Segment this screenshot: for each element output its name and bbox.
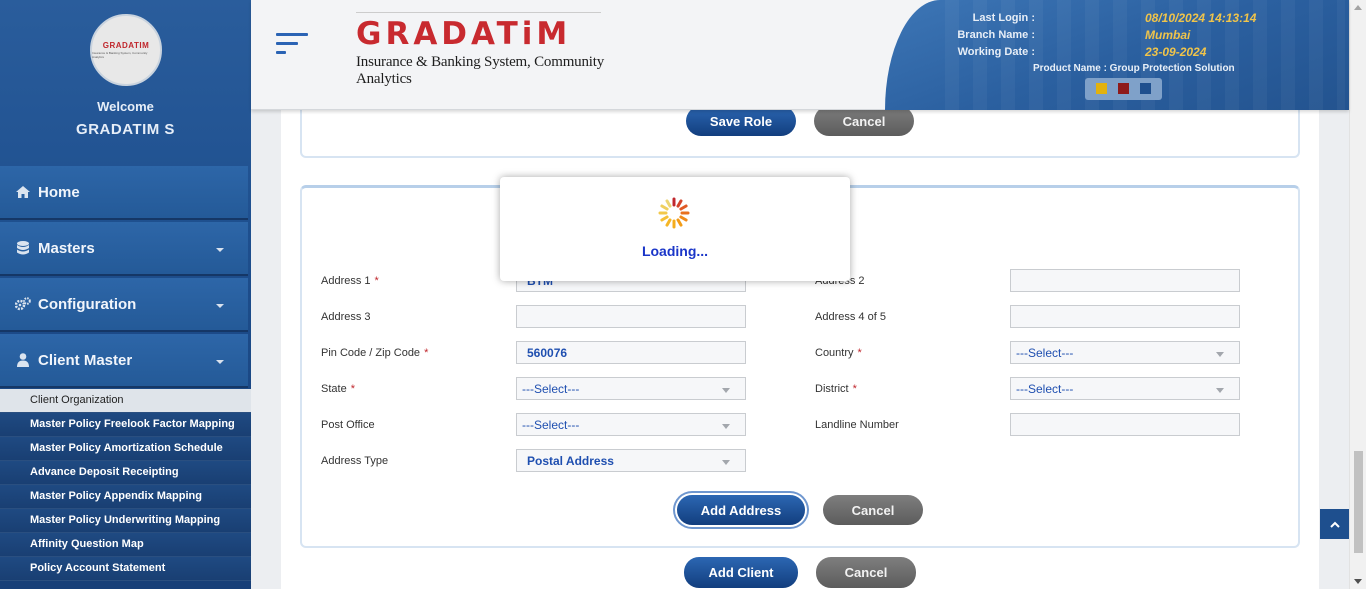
theme-switcher — [1085, 78, 1162, 100]
address3-input[interactable] — [516, 305, 746, 328]
nav-client-master-label: Client Master — [38, 351, 133, 369]
landline-input[interactable] — [1010, 413, 1240, 436]
menu-toggle-icon[interactable] — [276, 33, 310, 59]
nav-configuration-label: Configuration — [38, 295, 137, 313]
nav-configuration[interactable]: Configuration — [0, 278, 248, 332]
chevron-down-icon — [216, 360, 224, 364]
add-address-button[interactable]: Add Address — [677, 495, 805, 525]
landline-label: Landline Number — [815, 419, 899, 431]
nav-masters[interactable]: Masters — [0, 222, 248, 276]
gears-icon — [14, 297, 32, 311]
address3-label: Address 3 — [321, 311, 371, 323]
logo-subtext: Insurance & Banking System, Community An… — [92, 51, 148, 59]
chevron-down-icon — [1216, 352, 1224, 357]
pincode-input[interactable]: 560076 — [516, 341, 746, 364]
submenu-item-freelook-factor-mapping[interactable]: Master Policy Freelook Factor Mapping — [0, 413, 251, 437]
post-office-select[interactable]: ---Select--- — [516, 413, 746, 436]
address-type-label: Address Type — [321, 455, 389, 467]
working-date-value: 23-09-2024 — [1145, 45, 1207, 59]
pincode-label: Pin Code / Zip Code * — [321, 347, 429, 359]
sidebar: GRADATIM Insurance & Banking System, Com… — [0, 0, 251, 589]
loading-spinner-icon — [658, 197, 690, 229]
state-select[interactable]: ---Select--- — [516, 377, 746, 400]
post-office-label: Post Office — [321, 419, 375, 431]
nav-home-label: Home — [38, 183, 80, 201]
product-name: Product Name : Group Protection Solution — [1033, 63, 1235, 74]
scroll-down-arrow-icon[interactable] — [1354, 579, 1362, 584]
cancel-client-button[interactable]: Cancel — [816, 557, 916, 588]
page-scrollbar[interactable] — [1349, 0, 1366, 589]
database-icon — [14, 241, 32, 255]
top-header: GRADATiM Insurance & Banking System, Com… — [251, 0, 1349, 110]
submenu-item-client-organization[interactable]: Client Organization — [0, 389, 251, 413]
chevron-down-icon — [216, 304, 224, 308]
branch-value: Mumbai — [1145, 28, 1191, 42]
district-select[interactable]: ---Select--- — [1010, 377, 1240, 400]
company-logo: GRADATIM Insurance & Banking System, Com… — [90, 14, 162, 86]
nav-home[interactable]: Home — [0, 166, 248, 220]
theme-red-swatch[interactable] — [1118, 83, 1129, 94]
submenu-item-affinity-question-map[interactable]: Affinity Question Map — [0, 533, 251, 557]
district-label: District * — [815, 383, 857, 395]
chevron-down-icon — [216, 248, 224, 252]
scroll-to-top-button[interactable] — [1320, 509, 1349, 539]
user-name: GRADATIM S — [76, 121, 175, 138]
address-type-select[interactable]: Postal Address — [516, 449, 746, 472]
welcome-label: Welcome — [97, 99, 154, 114]
state-label: State * — [321, 383, 355, 395]
scroll-up-arrow-icon[interactable] — [1354, 5, 1362, 10]
submenu-item-advance-deposit-receipting[interactable]: Advance Deposit Receipting — [0, 461, 251, 485]
branch-label: Branch Name : — [957, 29, 1035, 41]
submenu-item-underwriting-mapping[interactable]: Master Policy Underwriting Mapping — [0, 509, 251, 533]
theme-blue-swatch[interactable] — [1140, 83, 1151, 94]
brand-logo: GRADATiM Insurance & Banking System, Com… — [356, 16, 606, 88]
address45-input[interactable] — [1010, 305, 1240, 328]
cancel-role-button[interactable]: Cancel — [814, 106, 914, 136]
logo-text: GRADATIM — [102, 41, 150, 50]
address1-label: Address 1 * — [321, 275, 379, 287]
loading-dialog: Loading... — [500, 177, 850, 281]
brand-divider — [356, 12, 601, 13]
cancel-address-button[interactable]: Cancel — [823, 495, 923, 525]
client-master-submenu: Client Organization Master Policy Freelo… — [0, 389, 251, 581]
address2-input[interactable] — [1010, 269, 1240, 292]
loading-text: Loading... — [641, 243, 709, 259]
chevron-down-icon — [722, 460, 730, 465]
submenu-item-policy-account-statement[interactable]: Policy Account Statement — [0, 557, 251, 581]
chevron-down-icon — [722, 388, 730, 393]
chevron-up-icon — [1329, 521, 1340, 528]
session-info-panel: Last Login : 08/10/2024 14:13:14 Branch … — [885, 0, 1349, 110]
country-select[interactable]: ---Select--- — [1010, 341, 1240, 364]
chevron-down-icon — [722, 424, 730, 429]
last-login-value: 08/10/2024 14:13:14 — [1145, 11, 1257, 25]
save-role-button[interactable]: Save Role — [686, 106, 796, 136]
add-client-button[interactable]: Add Client — [684, 557, 798, 588]
brand-title: GRADATiM — [356, 16, 572, 52]
user-icon — [14, 353, 32, 367]
home-icon — [14, 185, 32, 199]
last-login-label: Last Login : — [972, 12, 1035, 24]
theme-yellow-swatch[interactable] — [1096, 83, 1107, 94]
submenu-item-amortization-schedule[interactable]: Master Policy Amortization Schedule — [0, 437, 251, 461]
submenu-item-appendix-mapping[interactable]: Master Policy Appendix Mapping — [0, 485, 251, 509]
nav-client-master[interactable]: Client Master — [0, 334, 248, 388]
nav-masters-label: Masters — [38, 239, 95, 257]
working-date-label: Working Date : — [957, 46, 1035, 58]
country-label: Country * — [815, 347, 862, 359]
address45-label: Address 4 of 5 — [815, 311, 886, 323]
scrollbar-thumb[interactable] — [1354, 451, 1363, 553]
brand-subtitle: Insurance & Banking System, Community An… — [356, 54, 604, 87]
chevron-down-icon — [1216, 388, 1224, 393]
